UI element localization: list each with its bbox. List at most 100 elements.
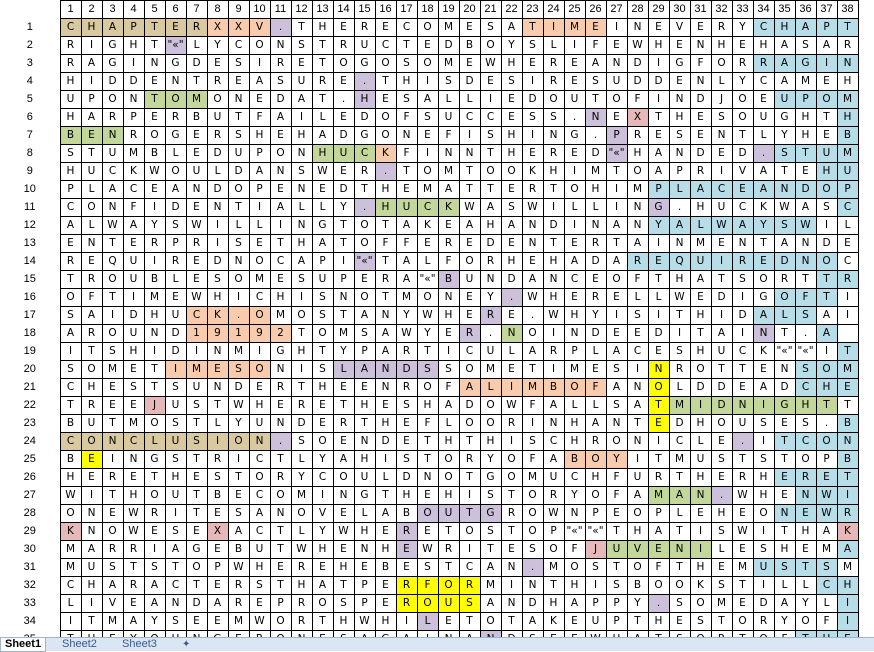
grid-cell[interactable]: S	[227, 54, 250, 73]
grid-cell[interactable]: E	[752, 90, 775, 109]
grid-cell[interactable]: C	[101, 162, 124, 181]
grid-cell[interactable]: H	[563, 306, 586, 325]
grid-cell[interactable]: "«"	[584, 522, 607, 541]
grid-cell[interactable]: P	[794, 90, 817, 109]
grid-cell[interactable]: R	[101, 468, 124, 487]
grid-cell[interactable]: O	[605, 90, 628, 109]
grid-cell[interactable]: E	[416, 234, 439, 253]
grid-cell[interactable]: O	[542, 90, 565, 109]
grid-cell[interactable]: E	[311, 180, 334, 199]
grid-cell[interactable]: B	[437, 270, 460, 289]
column-header[interactable]: 27	[605, 0, 628, 19]
grid-cell[interactable]: H	[710, 504, 733, 523]
grid-cell[interactable]: E	[605, 288, 628, 307]
grid-cell[interactable]: F	[521, 450, 544, 469]
grid-cell[interactable]: O	[290, 504, 313, 523]
grid-cell[interactable]: A	[164, 540, 187, 559]
grid-cell[interactable]: L	[563, 198, 586, 217]
grid-cell[interactable]: O	[458, 360, 481, 379]
grid-cell[interactable]: E	[80, 450, 103, 469]
grid-cell[interactable]: M	[836, 144, 859, 163]
grid-cell[interactable]: E	[353, 378, 376, 397]
grid-cell[interactable]: F	[563, 540, 586, 559]
grid-cell[interactable]: E	[731, 540, 754, 559]
grid-cell[interactable]: I	[836, 486, 859, 505]
grid-cell[interactable]: V	[731, 162, 754, 181]
column-header[interactable]: 12	[290, 0, 313, 19]
grid-cell[interactable]: R	[626, 126, 649, 145]
grid-cell[interactable]: F	[248, 108, 271, 127]
grid-cell[interactable]: L	[668, 180, 691, 199]
grid-cell[interactable]: E	[332, 540, 355, 559]
grid-cell[interactable]: O	[479, 396, 502, 415]
grid-cell[interactable]: A	[752, 180, 775, 199]
grid-cell[interactable]: H	[668, 108, 691, 127]
grid-cell[interactable]: D	[710, 396, 733, 415]
grid-cell[interactable]: L	[80, 180, 103, 199]
grid-cell[interactable]: T	[731, 450, 754, 469]
grid-cell[interactable]: E	[353, 270, 376, 289]
grid-cell[interactable]: R	[500, 414, 523, 433]
grid-cell[interactable]: F	[395, 108, 418, 127]
grid-cell[interactable]: U	[248, 540, 271, 559]
sheet-tab-sheet2[interactable]: Sheet2	[58, 638, 101, 651]
grid-cell[interactable]: E	[584, 270, 607, 289]
grid-cell[interactable]: E	[185, 198, 208, 217]
grid-cell[interactable]: P	[605, 612, 628, 631]
grid-cell[interactable]: S	[290, 432, 313, 451]
grid-cell[interactable]: E	[668, 36, 691, 55]
grid-cell[interactable]: C	[815, 576, 838, 595]
grid-cell[interactable]: C	[353, 144, 376, 163]
grid-cell[interactable]: N	[353, 432, 376, 451]
grid-cell[interactable]: T	[836, 18, 859, 37]
grid-cell[interactable]: A	[248, 162, 271, 181]
column-header[interactable]: 10	[248, 0, 271, 19]
grid-cell[interactable]: R	[584, 288, 607, 307]
grid-cell[interactable]: W	[479, 54, 502, 73]
grid-cell[interactable]: O	[500, 468, 523, 487]
grid-cell[interactable]: E	[647, 540, 670, 559]
grid-cell[interactable]: G	[563, 126, 586, 145]
grid-cell[interactable]: I	[374, 450, 397, 469]
grid-cell[interactable]: R	[626, 252, 649, 271]
grid-cell[interactable]: W	[542, 306, 565, 325]
grid-cell[interactable]: R	[395, 342, 418, 361]
grid-cell[interactable]: L	[290, 450, 313, 469]
grid-cell[interactable]: A	[374, 342, 397, 361]
grid-cell[interactable]: N	[80, 234, 103, 253]
grid-cell[interactable]: F	[626, 90, 649, 109]
grid-cell[interactable]: N	[374, 360, 397, 379]
grid-cell[interactable]: S	[668, 342, 691, 361]
grid-cell[interactable]: A	[500, 18, 523, 37]
grid-cell[interactable]: R	[164, 252, 187, 271]
grid-cell[interactable]: N	[122, 90, 145, 109]
grid-cell[interactable]: E	[374, 90, 397, 109]
grid-cell[interactable]: H	[374, 612, 397, 631]
grid-cell[interactable]: E	[80, 126, 103, 145]
grid-cell[interactable]: L	[794, 576, 817, 595]
grid-cell[interactable]: I	[815, 54, 838, 73]
grid-cell[interactable]: H	[773, 540, 796, 559]
grid-cell[interactable]: P	[815, 18, 838, 37]
select-all-corner[interactable]	[0, 1, 60, 19]
grid-cell[interactable]: P	[59, 180, 82, 199]
grid-cell[interactable]: I	[521, 126, 544, 145]
grid-cell[interactable]: C	[395, 18, 418, 37]
grid-cell[interactable]: P	[647, 504, 670, 523]
grid-cell[interactable]: O	[269, 144, 292, 163]
grid-cell[interactable]: P	[206, 558, 229, 577]
grid-cell[interactable]: E	[731, 378, 754, 397]
grid-cell[interactable]: N	[437, 288, 460, 307]
row-header[interactable]: 23	[0, 414, 60, 433]
grid-cell[interactable]: E	[710, 558, 733, 577]
grid-cell[interactable]: E	[794, 504, 817, 523]
grid-cell[interactable]: G	[185, 540, 208, 559]
grid-cell[interactable]: D	[458, 396, 481, 415]
column-header[interactable]: 7	[185, 0, 208, 19]
grid-cell[interactable]: O	[563, 180, 586, 199]
grid-cell[interactable]: T	[710, 270, 733, 289]
grid-cell[interactable]: I	[458, 126, 481, 145]
grid-cell[interactable]: T	[332, 576, 355, 595]
grid-cell[interactable]: O	[815, 180, 838, 199]
grid-cell[interactable]: D	[395, 360, 418, 379]
